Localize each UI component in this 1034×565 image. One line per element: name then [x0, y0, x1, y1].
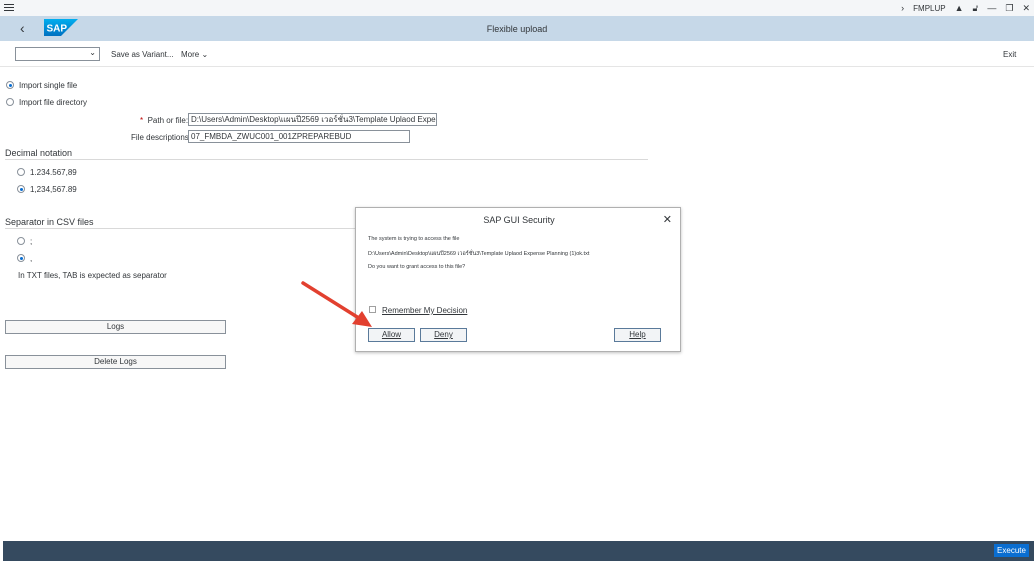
chevron-right-icon[interactable]: ›: [901, 1, 904, 15]
bell-icon[interactable]: ▲: [955, 1, 964, 15]
deny-button[interactable]: Deny: [420, 328, 467, 342]
decimal-option2-radio[interactable]: [17, 185, 25, 193]
shell-header: ‹ SAP Flexible upload: [0, 16, 1034, 41]
section-divider: [5, 159, 648, 160]
logs-button[interactable]: Logs: [5, 320, 226, 334]
help-label: Help: [629, 330, 646, 339]
page-title: Flexible upload: [486, 24, 548, 34]
toolbar: ⌄ Save as Variant... More ⌄ Exit: [0, 41, 1034, 67]
security-dialog: SAP GUI Security ✕ The system is trying …: [355, 207, 681, 352]
minimize-icon[interactable]: —: [987, 1, 996, 15]
delete-logs-button[interactable]: Delete Logs: [5, 355, 226, 369]
decimal-option1-radio[interactable]: [17, 168, 25, 176]
separator-title: Separator in CSV files: [5, 217, 94, 227]
dialog-close-icon[interactable]: ✕: [663, 213, 672, 226]
separator-option1-radio[interactable]: [17, 237, 25, 245]
import-file-directory-radio[interactable]: [6, 98, 14, 106]
remember-decision-label: Remember My Decision: [382, 306, 467, 315]
allow-label: Allow: [381, 330, 402, 339]
separator-option2-radio[interactable]: [17, 254, 25, 262]
section-divider: [5, 228, 356, 229]
separator-note: In TXT files, TAB is expected as separat…: [18, 271, 167, 280]
execute-button[interactable]: Execute: [994, 544, 1029, 557]
import-file-directory-label: Import file directory: [19, 98, 88, 107]
decimal-option2-label: 1,234,567.89: [30, 185, 77, 194]
separator-option2-label: ,: [30, 254, 33, 263]
required-asterisk: *: [140, 116, 144, 125]
chevron-down-icon: ⌄: [201, 50, 209, 59]
variant-dropdown[interactable]: ⌄: [15, 47, 100, 61]
file-descriptions-input[interactable]: 07_FMBDA_ZWUC001_001ZPREPAREBUD: [188, 130, 410, 143]
chevron-down-icon: ⌄: [89, 48, 96, 57]
close-icon[interactable]: ✕: [1022, 1, 1030, 15]
dialog-message-path: D:\Users\Admin\Desktop\แผนปี2569 เวอร์ชั…: [368, 251, 590, 257]
dialog-title: SAP GUI Security: [483, 215, 555, 225]
separator-option1-label: ;: [30, 237, 33, 246]
save-as-variant-button[interactable]: Save as Variant...: [111, 50, 174, 59]
dialog-message-question: Do you want to grant access to this file…: [368, 264, 466, 270]
restore-icon[interactable]: ❐: [1005, 1, 1013, 15]
exit-button[interactable]: Exit: [1003, 50, 1016, 59]
more-button[interactable]: More ⌄: [181, 50, 208, 59]
footer-bar: Execute: [3, 541, 1034, 561]
system-bar-right: › FMPLUP ▲ 🔓︎ — ❐ ✕: [901, 1, 1030, 15]
transaction-code: FMPLUP: [913, 3, 946, 13]
remember-decision-text: Remember My Decision: [382, 306, 468, 315]
import-single-file-label: Import single file: [19, 81, 78, 90]
import-single-file-radio[interactable]: [6, 81, 14, 89]
more-label: More: [181, 50, 200, 59]
path-label-text: Path or file:: [147, 116, 189, 125]
dialog-message-line1: The system is trying to access the file: [368, 236, 460, 242]
decimal-option1-label: 1.234.567,89: [30, 168, 77, 177]
path-label: * Path or file:: [140, 116, 188, 125]
system-bar: › FMPLUP ▲ 🔓︎ — ❐ ✕: [0, 0, 1034, 16]
hamburger-menu-icon[interactable]: [4, 2, 14, 12]
annotation-arrow: [301, 281, 372, 327]
decimal-notation-title: Decimal notation: [5, 148, 73, 158]
help-button[interactable]: Help: [614, 328, 661, 342]
path-input[interactable]: D:\Users\Admin\Desktop\แผนปี2569 เวอร์ชั…: [188, 113, 437, 126]
file-descriptions-label: File descriptions:: [131, 133, 192, 142]
deny-label: Deny: [434, 330, 453, 339]
lock-icon[interactable]: 🔓︎: [973, 1, 979, 15]
